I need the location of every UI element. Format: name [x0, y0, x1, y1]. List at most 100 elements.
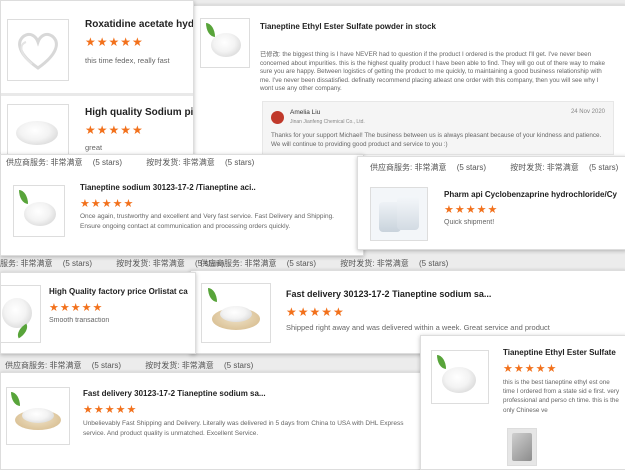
powder-image — [220, 306, 252, 322]
bag-image — [512, 433, 532, 461]
review-text: this is the best tianeptine ethyl est on… — [503, 379, 620, 414]
product-title[interactable]: Fast delivery 30123-17-2 Tianeptine sodi… — [286, 289, 616, 299]
rating-stars: ★★★★★ — [286, 305, 345, 319]
review-text: Once again, trustworthy and excellent an… — [80, 213, 334, 230]
supplier-service-value: 非常满意 — [49, 361, 82, 370]
supplier-service-label: 供应商服务: — [6, 158, 49, 167]
powder-image — [16, 121, 58, 145]
heart-outline-image — [18, 32, 58, 70]
powder-image — [24, 202, 56, 226]
rating-meta: 供应商服务: 非常满意 (5 stars) 按时发货: 非常满意 (5 star… — [370, 162, 618, 173]
rating-strip: 服务: 非常满意 (5 stars) 按时发货: 非常满意 (5 stars) … — [0, 258, 625, 268]
review-text: Unbelievably Fast Shipping and Delivery.… — [83, 420, 404, 437]
product-thumbnail[interactable] — [431, 350, 489, 404]
rating-meta: 供应商服务: 非常满意 (5 stars) 按时发货: 非常满意 (5 star… — [6, 157, 254, 168]
supplier-service-label: 服务: — [0, 259, 19, 268]
reply-company: Jinan Jianfeng Chemical Co., Ltd. — [290, 119, 365, 125]
powder-image — [442, 367, 476, 393]
ontime-stars: (5 stars) — [223, 361, 254, 370]
ontime-stars: (5 stars) — [588, 163, 619, 172]
review-card-cyclobenzaprine: 供应商服务: 非常满意 (5 stars) 按时发货: 非常满意 (5 star… — [357, 156, 625, 250]
review-text: 已修改: the biggest thing is I have NEVER h… — [260, 51, 606, 92]
avatar — [271, 111, 284, 124]
product-thumbnail[interactable] — [201, 283, 271, 343]
rating-stars: ★★★★★ — [503, 363, 558, 375]
product-thumbnail[interactable] — [370, 187, 428, 241]
divider — [1, 93, 193, 96]
leaf-icon — [437, 355, 446, 369]
ontime-value: 非常满意 — [376, 259, 409, 268]
supplier-service-value: 非常满意 — [50, 158, 83, 167]
review-photo[interactable] — [507, 428, 537, 466]
powder-image — [211, 33, 241, 57]
ontime-label: 按时发货: — [146, 158, 181, 167]
product-title[interactable]: High Quality factory price Orlistat ca — [49, 287, 193, 296]
review-card-orlistat: High Quality factory price Orlistat ca ★… — [0, 272, 196, 354]
ontime-stars: (5 stars) — [224, 158, 255, 167]
rating-meta: 供应商服务: 非常满意 (5 stars) 按时发货: 非常满意 (5 star… — [5, 360, 253, 371]
rating-stars: ★★★★★ — [49, 302, 104, 314]
ontime-label: 按时发货: — [340, 259, 375, 268]
supplier-service-stars: (5 stars) — [92, 158, 123, 167]
product-thumbnail[interactable] — [7, 104, 69, 156]
leaf-icon — [19, 190, 28, 204]
product-thumbnail[interactable] — [7, 19, 69, 81]
supplier-service-value: 非常满意 — [244, 259, 277, 268]
product-title[interactable]: Roxatidine acetate hydro — [85, 19, 193, 30]
rating-stars: ★★★★★ — [83, 404, 138, 416]
review-text: Quick shipment! — [444, 219, 495, 226]
supplier-service-value: 非常满意 — [414, 163, 447, 172]
product-thumbnail[interactable] — [13, 185, 65, 237]
review-text: Shipped right away and was delivered wit… — [286, 323, 550, 332]
ontime-value: 非常满意 — [152, 259, 185, 268]
product-title[interactable]: Tianeptine sodium 30123-17-2 /Tianeptine… — [80, 183, 270, 192]
product-thumbnail[interactable] — [1, 285, 41, 343]
review-text: this time fedex, really fast — [85, 56, 170, 65]
rating-stars: ★★★★★ — [85, 123, 144, 137]
rating-stars: ★★★★★ — [80, 198, 135, 210]
powder-image — [2, 298, 32, 328]
product-title[interactable]: High quality Sodium pic — [85, 107, 193, 118]
bottle-image — [397, 196, 419, 230]
ontime-label: 按时发货: — [116, 259, 151, 268]
review-card-tianeptine-sodium-1: 供应商服务: 非常满意 (5 stars) 按时发货: 非常满意 (5 star… — [0, 154, 364, 256]
rating-meta: 服务: 非常满意 (5 stars) 按时发货: 非常满意 (5 stars) — [0, 258, 224, 269]
ontime-stars: (5 stars) — [418, 259, 449, 268]
ontime-label: 按时发货: — [145, 361, 180, 370]
product-thumbnail[interactable] — [6, 387, 70, 445]
product-title[interactable]: Pharm api Cyclobenzaprine hydrochloride/… — [444, 190, 625, 199]
review-text: great — [85, 143, 103, 152]
reply-text: Thanks for your support Michael! The bus… — [271, 132, 602, 148]
seller-reply: Amelia Liu Jinan Jianfeng Chemical Co., … — [262, 101, 614, 155]
leaf-icon — [11, 392, 20, 406]
supplier-service-stars: (5 stars) — [91, 361, 122, 370]
supplier-service-stars: (5 stars) — [456, 163, 487, 172]
product-thumbnail[interactable] — [200, 18, 250, 68]
rating-stars: ★★★★★ — [85, 35, 144, 49]
review-card-tianeptine-sodium-3: Fast delivery 30123-17-2 Tianeptine sodi… — [0, 372, 432, 470]
supplier-service-stars: (5 stars) — [62, 259, 93, 268]
rating-stars: ★★★★★ — [444, 204, 499, 216]
review-card-tianeptine-ester-top: Tianeptine Ethyl Ester Sulfate powder in… — [193, 5, 625, 159]
supplier-service-label: 供应商服务: — [5, 361, 48, 370]
ontime-value: 非常满意 — [181, 361, 214, 370]
ontime-label: 按时发货: — [510, 163, 545, 172]
supplier-service-value: 非常满意 — [20, 259, 53, 268]
ontime-value: 非常满意 — [182, 158, 215, 167]
supplier-service-label: 供应商服务: — [200, 259, 243, 268]
ontime-value: 非常满意 — [546, 163, 579, 172]
powder-image — [22, 408, 54, 423]
review-card-stack-top-left: Roxatidine acetate hydro ★★★★★ this time… — [0, 0, 194, 157]
rating-meta: 供应商服务: 非常满意 (5 stars) 按时发货: 非常满意 (5 star… — [200, 258, 448, 269]
product-title[interactable]: Tianeptine Ethyl Ester Sulfate — [503, 348, 625, 357]
review-text: Smooth transaction — [49, 317, 110, 324]
leaf-icon — [206, 23, 215, 37]
product-title[interactable]: Fast delivery 30123-17-2 Tianeptine sodi… — [83, 389, 293, 398]
leaf-icon — [208, 288, 217, 302]
reply-date: 24 Nov 2020 — [570, 109, 605, 115]
supplier-service-stars: (5 stars) — [286, 259, 317, 268]
product-title[interactable]: Tianeptine Ethyl Ester Sulfate powder in… — [260, 22, 436, 31]
review-card-tianeptine-ester-bottom: Tianeptine Ethyl Ester Sulfate ★★★★★ thi… — [420, 335, 625, 470]
reply-author: Amelia Liu — [290, 109, 321, 116]
supplier-service-label: 供应商服务: — [370, 163, 413, 172]
